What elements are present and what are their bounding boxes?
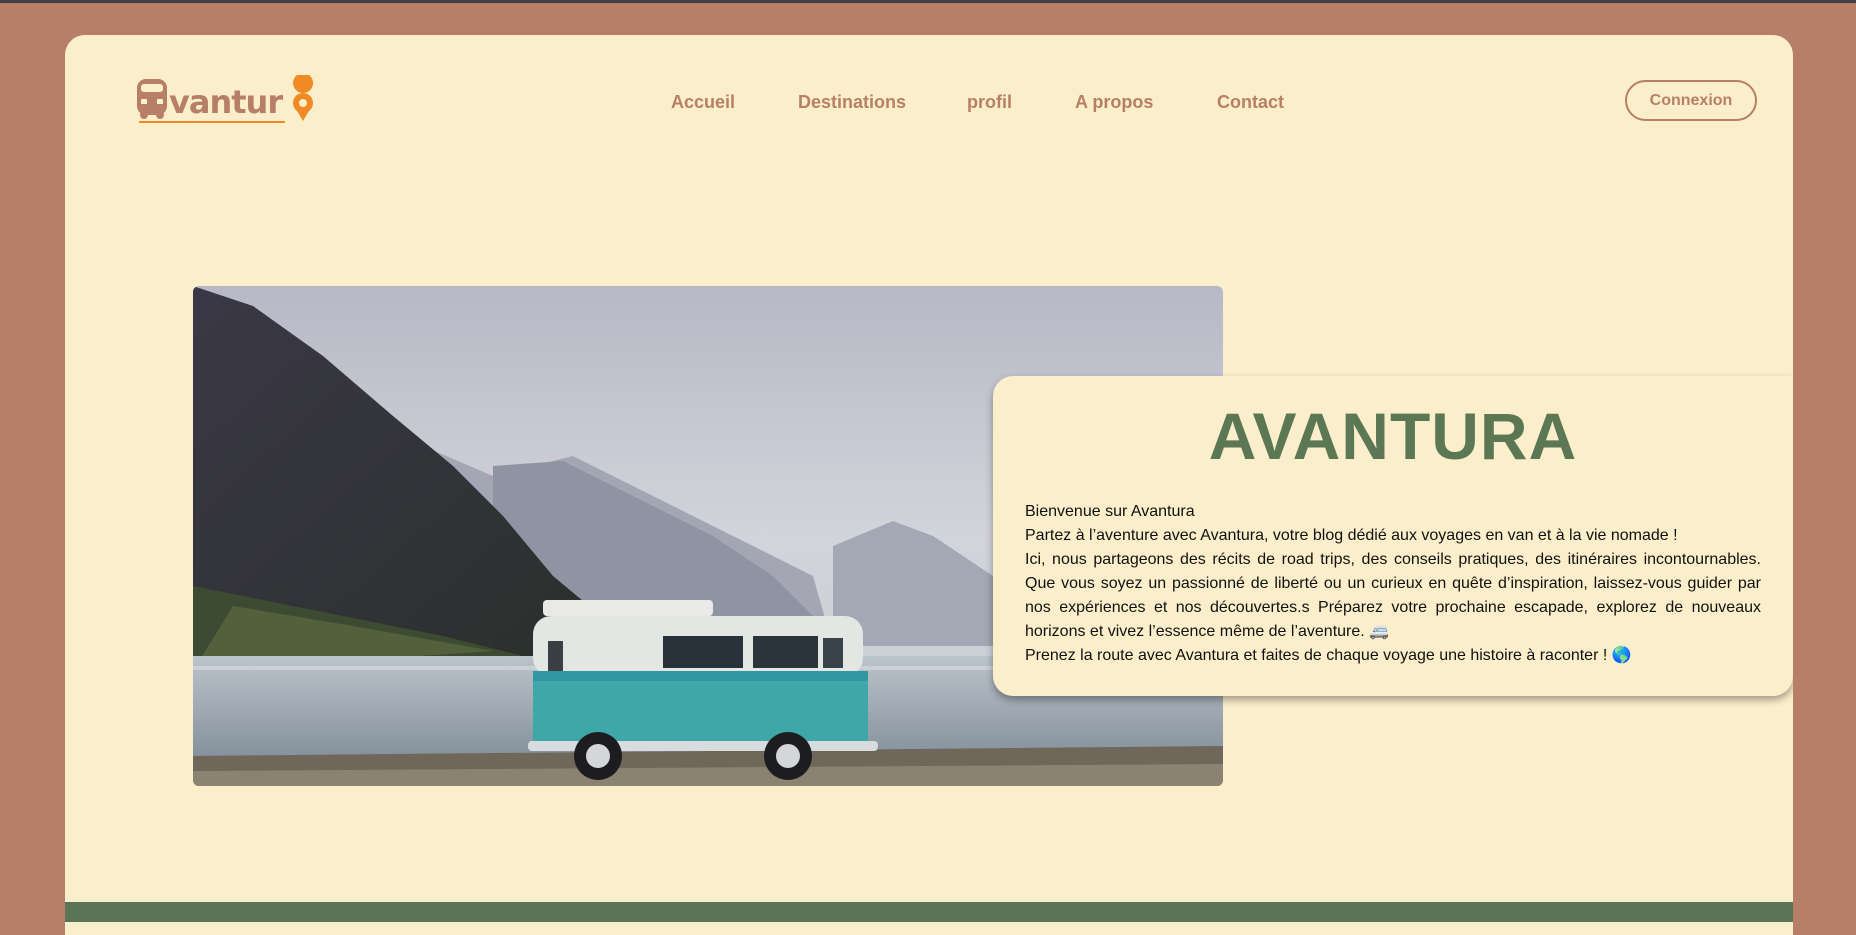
card-text: Bienvenue sur Avantura Partez à l’aventu… (1025, 500, 1761, 668)
page-container: vantur Accueil Destinations profil A pro… (65, 35, 1793, 935)
login-button[interactable]: Connexion (1625, 80, 1757, 121)
footer-bar (65, 902, 1793, 922)
nav-item-profil[interactable]: profil (967, 92, 1012, 113)
window-top-border (0, 0, 1856, 3)
intro-line: Partez à l’aventure avec Avantura, votre… (1025, 527, 1678, 544)
intro-paragraph: Ici, nous partageons des récits de road … (1025, 551, 1761, 640)
nav-item-destinations[interactable]: Destinations (798, 92, 906, 113)
main-nav: Accueil Destinations profil A propos Con… (65, 92, 1793, 122)
welcome-text: Bienvenue sur Avantura (1025, 503, 1195, 520)
intro-card: AVANTURA Bienvenue sur Avantura Partez à… (993, 376, 1793, 696)
card-title: AVANTURA (1208, 399, 1578, 473)
nav-item-a-propos[interactable]: A propos (1075, 92, 1153, 113)
nav-item-accueil[interactable]: Accueil (671, 92, 735, 113)
nav-item-contact[interactable]: Contact (1217, 92, 1284, 113)
closing-line: Prenez la route avec Avantura et faites … (1025, 647, 1632, 664)
